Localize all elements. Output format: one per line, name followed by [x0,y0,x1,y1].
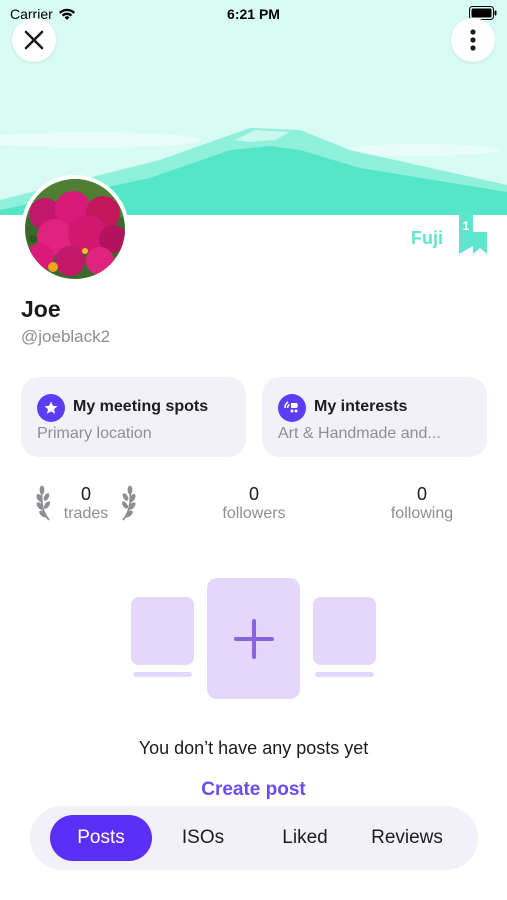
meeting-spots-subtitle: Primary location [37,425,152,442]
laurel-right-icon [121,485,136,521]
meeting-spots-card[interactable]: My meeting spots Primary location [21,377,246,457]
status-bar: Carrier 6:21 PM [0,0,507,28]
stat-trades[interactable]: 0 trades [56,484,116,523]
more-vertical-icon [470,29,476,51]
tab-liked[interactable]: Liked [254,815,356,861]
close-icon [24,30,44,50]
create-post-plus-button[interactable] [207,578,300,699]
following-count: 0 [416,484,427,504]
plus-icon [233,618,274,659]
tab-isos[interactable]: ISOs [152,815,254,861]
interests-title: My interests [314,398,408,415]
badge-count: 1 [462,219,470,233]
avatar[interactable] [21,175,129,283]
meeting-spots-title: My meeting spots [73,398,209,415]
following-label: following [390,505,454,522]
empty-posts-message: You don’t have any posts yet [138,738,369,758]
close-button[interactable] [12,18,56,62]
avatar-image [25,179,125,279]
laurel-left-icon [36,485,51,521]
profile-tab-bar: Posts ISOs Liked Reviews [30,806,478,870]
trades-count: 0 [80,484,91,504]
badge-name: Fuji [411,228,443,248]
interests-subtitle: Art & Handmade and... [278,425,441,442]
profile-handle: @joeblack2 [21,327,111,346]
trades-label: trades [63,505,109,522]
stat-followers[interactable]: 0 followers [204,484,304,523]
create-post-link[interactable]: Create post [0,779,507,801]
interests-icon [278,394,306,422]
more-options-button[interactable] [451,18,495,62]
followers-label: followers [222,505,286,522]
stat-following[interactable]: 0 following [372,484,472,523]
followers-count: 0 [248,484,259,504]
profile-display-name: Joe [21,296,61,322]
status-time: 6:21 PM [227,6,280,22]
star-icon [37,394,65,422]
tab-reviews[interactable]: Reviews [356,815,458,861]
tab-posts[interactable]: Posts [50,815,152,861]
interests-card[interactable]: My interests Art & Handmade and... [262,377,487,457]
